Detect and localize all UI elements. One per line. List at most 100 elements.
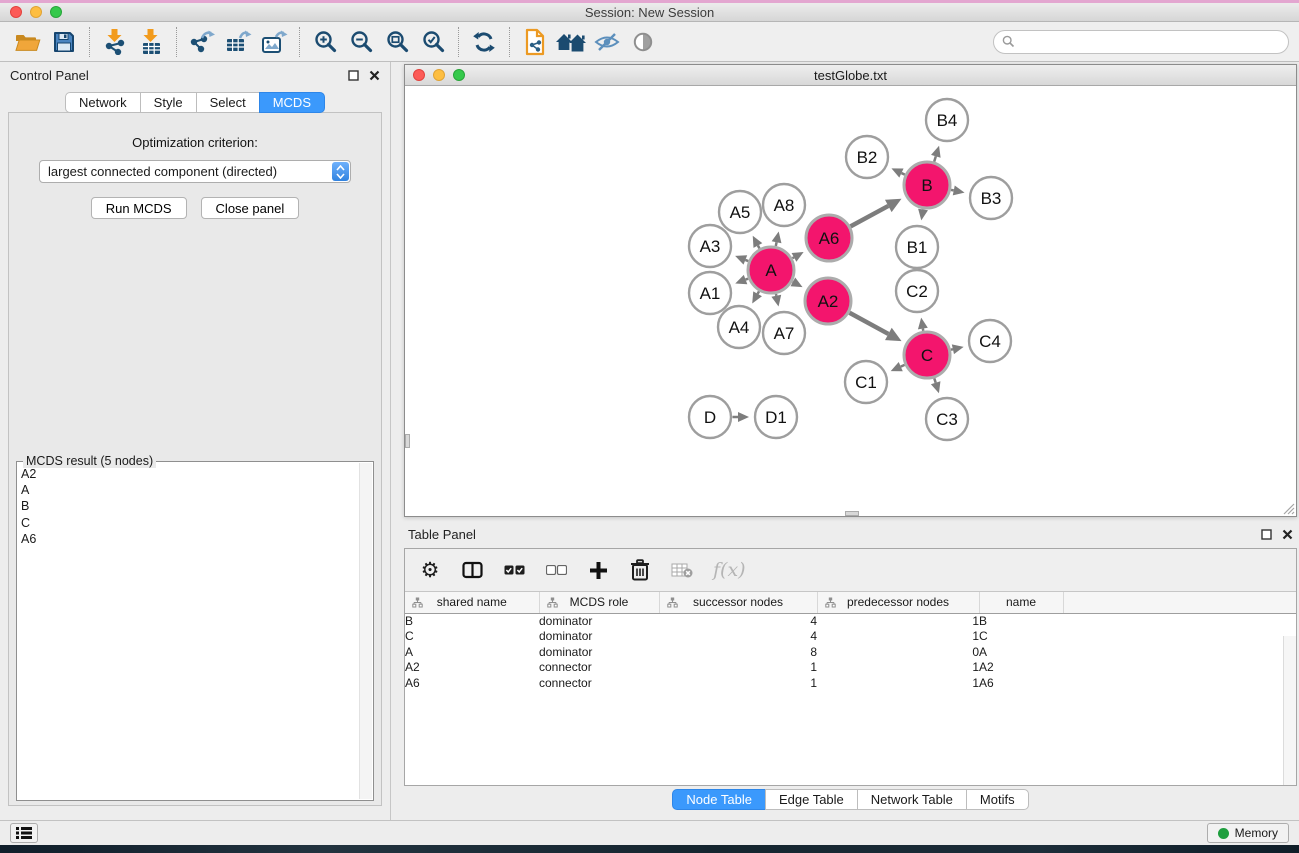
result-item[interactable]: A6 bbox=[21, 531, 357, 547]
node-A[interactable]: A bbox=[748, 247, 794, 293]
open-session-button[interactable] bbox=[10, 26, 46, 58]
home-view-button[interactable] bbox=[553, 26, 589, 58]
node-D[interactable]: D bbox=[689, 396, 731, 438]
mcds-result-list[interactable]: A2ABCA6 bbox=[21, 466, 357, 798]
node-B2[interactable]: B2 bbox=[846, 136, 888, 178]
run-mcds-button[interactable]: Run MCDS bbox=[91, 197, 187, 219]
table-tab-node-table[interactable]: Node Table bbox=[672, 789, 766, 810]
network-graph[interactable]: B4B2BB3A5A8A6A3B1AC2A1A2A4A7C4CC1DD1C3 bbox=[405, 87, 1296, 516]
column-header-MCDS-role[interactable]: MCDS role bbox=[539, 592, 659, 613]
close-panel-icon[interactable] bbox=[369, 70, 380, 81]
node-A3[interactable]: A3 bbox=[689, 225, 731, 267]
edge-A-A3[interactable] bbox=[735, 255, 748, 264]
edge-B-B3[interactable] bbox=[951, 186, 965, 196]
show-graphics-details-button[interactable] bbox=[625, 26, 661, 58]
table-cell[interactable]: 4 bbox=[659, 613, 817, 629]
table-tab-network-table[interactable]: Network Table bbox=[857, 789, 967, 810]
import-network-button[interactable] bbox=[97, 26, 133, 58]
table-cell[interactable]: 1 bbox=[659, 676, 817, 692]
network-canvas[interactable]: B4B2BB3A5A8A6A3B1AC2A1A2A4A7C4CC1DD1C3 bbox=[405, 87, 1296, 516]
delete-table-button[interactable] bbox=[671, 562, 693, 578]
zoom-network-window-button[interactable] bbox=[453, 69, 465, 81]
table-cell[interactable]: 1 bbox=[659, 660, 817, 676]
table-cell[interactable]: connector bbox=[539, 660, 659, 676]
zoom-selected-button[interactable] bbox=[415, 26, 451, 58]
table-cell[interactable]: A bbox=[405, 645, 539, 661]
table-cell[interactable]: B bbox=[405, 613, 539, 629]
edge-B-B1[interactable] bbox=[918, 209, 928, 221]
criterion-dropdown[interactable]: largest connected component (directed) bbox=[39, 160, 351, 183]
table-row[interactable]: Bdominator41B bbox=[405, 613, 1296, 629]
export-table-button[interactable] bbox=[220, 26, 256, 58]
search-input[interactable] bbox=[1020, 35, 1280, 49]
table-row[interactable]: A6connector11A6 bbox=[405, 676, 1296, 692]
result-scrollbar[interactable] bbox=[359, 463, 372, 799]
column-header-shared-name[interactable]: shared name bbox=[405, 592, 539, 613]
node-C2[interactable]: C2 bbox=[896, 270, 938, 312]
edge-B-B4[interactable] bbox=[931, 146, 941, 162]
edge-C-C1[interactable] bbox=[891, 362, 905, 371]
edge-C-C2[interactable] bbox=[918, 318, 928, 331]
node-A7[interactable]: A7 bbox=[763, 312, 805, 354]
edge-A-A7[interactable] bbox=[771, 294, 781, 307]
node-B[interactable]: B bbox=[904, 162, 950, 208]
edge-A-A4[interactable] bbox=[752, 291, 762, 303]
float-panel-icon[interactable] bbox=[348, 70, 359, 81]
table-cell[interactable]: connector bbox=[539, 676, 659, 692]
edge-C-C4[interactable] bbox=[951, 344, 964, 354]
table-tab-edge-table[interactable]: Edge Table bbox=[765, 789, 858, 810]
edge-A-A5[interactable] bbox=[753, 236, 763, 249]
close-table-panel-icon[interactable] bbox=[1282, 529, 1293, 540]
control-tab-network[interactable]: Network bbox=[65, 92, 141, 113]
node-C3[interactable]: C3 bbox=[926, 398, 968, 440]
hide-graphics-details-button[interactable] bbox=[589, 26, 625, 58]
node-A4[interactable]: A4 bbox=[718, 306, 760, 348]
table-cell[interactable]: 0 bbox=[817, 645, 979, 661]
table-cell[interactable]: A6 bbox=[979, 676, 1063, 692]
add-column-button[interactable] bbox=[587, 561, 609, 580]
node-C1[interactable]: C1 bbox=[845, 361, 887, 403]
table-cell[interactable]: A bbox=[979, 645, 1063, 661]
node-A6[interactable]: A6 bbox=[806, 215, 852, 261]
edge-A-A8[interactable] bbox=[772, 231, 782, 246]
close-window-button[interactable] bbox=[10, 6, 22, 18]
column-header-name[interactable]: name bbox=[979, 592, 1063, 613]
control-tab-mcds[interactable]: MCDS bbox=[259, 92, 325, 113]
edge-C-C3[interactable] bbox=[931, 378, 941, 393]
memory-button[interactable]: Memory bbox=[1207, 823, 1289, 843]
table-cell[interactable]: 4 bbox=[659, 629, 817, 645]
result-item[interactable]: C bbox=[21, 515, 357, 531]
zoom-in-button[interactable] bbox=[307, 26, 343, 58]
zoom-fit-button[interactable] bbox=[379, 26, 415, 58]
node-A5[interactable]: A5 bbox=[719, 191, 761, 233]
column-header-predecessor-nodes[interactable]: predecessor nodes bbox=[817, 592, 979, 613]
network-search-box[interactable] bbox=[993, 30, 1289, 54]
delete-column-button[interactable] bbox=[629, 559, 651, 581]
node-B3[interactable]: B3 bbox=[970, 177, 1012, 219]
table-cell[interactable]: B bbox=[979, 613, 1063, 629]
table-cell[interactable]: 1 bbox=[817, 613, 979, 629]
save-session-button[interactable] bbox=[46, 26, 82, 58]
node-A8[interactable]: A8 bbox=[763, 184, 805, 226]
zoom-out-button[interactable] bbox=[343, 26, 379, 58]
table-cell[interactable]: 1 bbox=[817, 660, 979, 676]
edge-B-B2[interactable] bbox=[891, 168, 904, 177]
edge-A2-C[interactable] bbox=[850, 313, 902, 341]
control-tab-select[interactable]: Select bbox=[196, 92, 260, 113]
table-cell[interactable]: A2 bbox=[979, 660, 1063, 676]
float-table-panel-icon[interactable] bbox=[1261, 529, 1272, 540]
canvas-left-handle[interactable] bbox=[405, 434, 410, 448]
select-all-button[interactable] bbox=[503, 565, 525, 575]
table-settings-button[interactable]: ⚙ bbox=[419, 560, 441, 581]
export-image-button[interactable] bbox=[256, 26, 292, 58]
node-C4[interactable]: C4 bbox=[969, 320, 1011, 362]
table-cell[interactable]: dominator bbox=[539, 629, 659, 645]
table-cell[interactable]: 8 bbox=[659, 645, 817, 661]
table-row[interactable]: Cdominator41C bbox=[405, 629, 1296, 645]
node-A2[interactable]: A2 bbox=[805, 278, 851, 324]
table-scrollbar[interactable] bbox=[1283, 636, 1296, 785]
resize-grip-icon[interactable] bbox=[1282, 502, 1295, 515]
table-cell[interactable]: A2 bbox=[405, 660, 539, 676]
function-builder-button[interactable]: f(x) bbox=[713, 559, 746, 581]
edge-A6-B[interactable] bbox=[851, 199, 902, 227]
